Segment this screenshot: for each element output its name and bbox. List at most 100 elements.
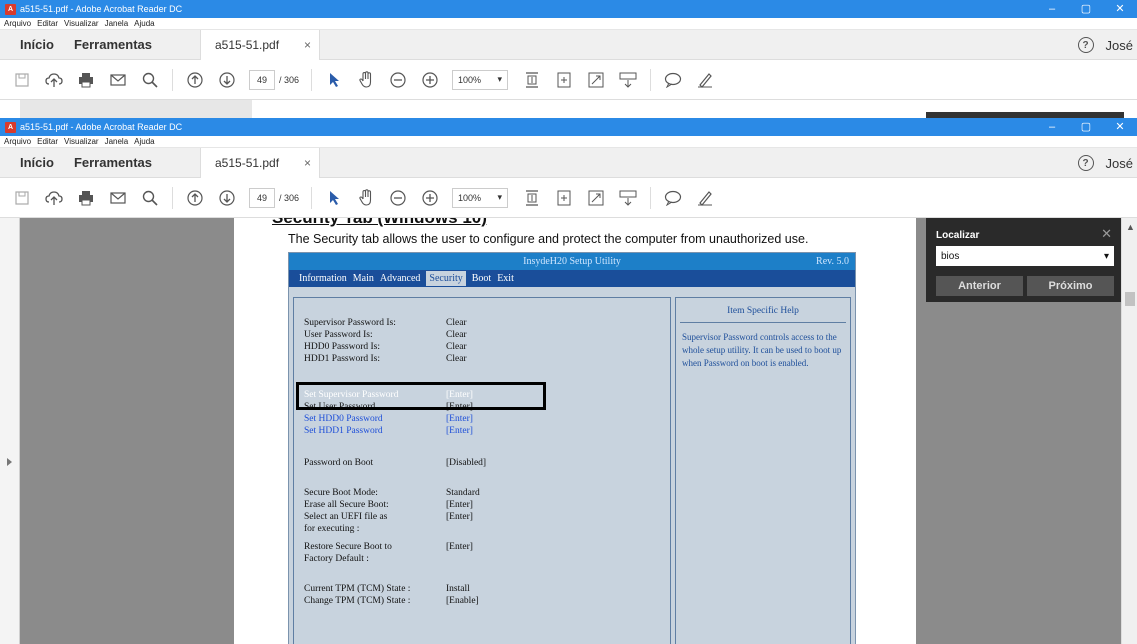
bios-settings-panel: Supervisor Password Is: Clear User Passwo…: [293, 297, 671, 644]
bios-menu: Information Main Advanced Security Boot …: [289, 270, 855, 287]
select-cursor-icon[interactable]: [324, 70, 344, 90]
bios-row: Supervisor Password Is: Clear: [304, 318, 467, 328]
bios-row: Select an UEFI file as [Enter]: [304, 512, 473, 522]
close-tab-icon[interactable]: ×: [304, 38, 311, 52]
scroll-up-icon[interactable]: ▲: [1126, 222, 1135, 232]
hand-tool-icon[interactable]: [356, 70, 376, 90]
bios-row: HDD0 Password Is: Clear: [304, 342, 467, 352]
search-icon[interactable]: [140, 70, 160, 90]
cloud-upload-icon[interactable]: [44, 188, 64, 208]
find-input[interactable]: bios ▾: [936, 246, 1114, 266]
highlight-pen-icon[interactable]: [695, 188, 715, 208]
highlight-pen-icon[interactable]: [695, 70, 715, 90]
bios-revision: Rev. 5.0: [816, 256, 849, 267]
maximize-button[interactable]: ▢: [1069, 118, 1103, 136]
zoom-in-icon[interactable]: [420, 70, 440, 90]
close-tab-icon[interactable]: ×: [304, 156, 311, 170]
minimize-button[interactable]: –: [1035, 0, 1069, 18]
navigation-pane-toggle[interactable]: [0, 218, 20, 644]
scrolling-mode-icon[interactable]: [554, 70, 574, 90]
user-name[interactable]: José: [1106, 38, 1133, 53]
zoom-select[interactable]: 100% ▾: [452, 187, 509, 208]
bios-menu-exit: Exit: [497, 273, 514, 284]
save-icon[interactable]: [12, 70, 32, 90]
tab-home[interactable]: Início: [0, 155, 64, 170]
menu-window[interactable]: Janela: [105, 137, 129, 146]
find-next-button[interactable]: Próximo: [1027, 276, 1114, 296]
bios-header: InsydeH20 Setup Utility Rev. 5.0: [289, 253, 855, 270]
account-area: ? José: [1077, 30, 1133, 60]
toolbar-divider: [172, 186, 173, 209]
page-total: / 306: [279, 192, 300, 203]
close-button[interactable]: ✕: [1103, 0, 1137, 18]
hand-tool-icon[interactable]: [356, 188, 376, 208]
read-mode-icon[interactable]: [618, 188, 638, 208]
search-icon[interactable]: [140, 188, 160, 208]
document-tab-label: a515-51.pdf: [215, 155, 280, 170]
page-number-input[interactable]: 49: [249, 69, 275, 90]
menu-window[interactable]: Janela: [105, 19, 129, 28]
bios-row: Secure Boot Mode: Standard: [304, 488, 480, 498]
screen: A a515-51.pdf - Adobe Acrobat Reader DC …: [0, 0, 1137, 644]
comment-icon[interactable]: [663, 70, 683, 90]
zoom-out-icon[interactable]: [388, 188, 408, 208]
tab-bar: Início Ferramentas a515-51.pdf × ? José: [0, 147, 1137, 178]
menu-edit[interactable]: Editar: [37, 19, 58, 28]
help-panel-text: Supervisor Password controls access to t…: [682, 332, 842, 368]
toolbar: 49 / 306 100% ▾: [0, 60, 1137, 100]
menu-help[interactable]: Ajuda: [134, 137, 154, 146]
full-screen-icon[interactable]: [586, 70, 606, 90]
comment-icon[interactable]: [663, 188, 683, 208]
find-previous-button[interactable]: Anterior: [936, 276, 1023, 296]
menu-file[interactable]: Arquivo: [4, 19, 31, 28]
page-number-input[interactable]: 49: [249, 187, 275, 208]
next-page-icon[interactable]: [217, 188, 237, 208]
menu-view[interactable]: Visualizar: [64, 19, 99, 28]
fit-page-icon[interactable]: [522, 70, 542, 90]
vertical-scrollbar[interactable]: ▲: [1121, 218, 1137, 644]
close-find-icon[interactable]: ✕: [1101, 226, 1112, 242]
cloud-upload-icon[interactable]: [44, 70, 64, 90]
fit-page-icon[interactable]: [522, 188, 542, 208]
menu-edit[interactable]: Editar: [37, 137, 58, 146]
scrolling-mode-icon[interactable]: [554, 188, 574, 208]
previous-page-icon[interactable]: [185, 188, 205, 208]
select-cursor-icon[interactable]: [324, 188, 344, 208]
email-icon[interactable]: [108, 188, 128, 208]
document-tab[interactable]: a515-51.pdf ×: [200, 147, 320, 178]
save-icon[interactable]: [12, 188, 32, 208]
document-tab-label: a515-51.pdf: [215, 37, 280, 52]
acrobat-logo-icon: A: [5, 3, 16, 15]
next-page-icon[interactable]: [217, 70, 237, 90]
zoom-select[interactable]: 100% ▾: [452, 69, 509, 90]
zoom-out-icon[interactable]: [388, 70, 408, 90]
print-icon[interactable]: [76, 70, 96, 90]
read-mode-icon[interactable]: [618, 70, 638, 90]
bios-menu-information: Information: [299, 273, 347, 284]
previous-page-icon[interactable]: [185, 70, 205, 90]
email-icon[interactable]: [108, 70, 128, 90]
help-icon[interactable]: ?: [1077, 155, 1094, 171]
help-icon[interactable]: ?: [1077, 37, 1094, 53]
menu-help[interactable]: Ajuda: [134, 19, 154, 28]
tab-home[interactable]: Início: [0, 37, 64, 52]
tab-tools[interactable]: Ferramentas: [64, 37, 162, 52]
bios-row: Factory Default :: [304, 554, 369, 564]
maximize-button[interactable]: ▢: [1069, 0, 1103, 18]
close-button[interactable]: ✕: [1103, 118, 1137, 136]
user-name[interactable]: José: [1106, 156, 1133, 171]
tab-tools[interactable]: Ferramentas: [64, 155, 162, 170]
full-screen-icon[interactable]: [586, 188, 606, 208]
menu-file[interactable]: Arquivo: [4, 137, 31, 146]
minimize-button[interactable]: –: [1035, 118, 1069, 136]
bios-row: HDD1 Password Is: Clear: [304, 354, 467, 364]
print-icon[interactable]: [76, 188, 96, 208]
menu-view[interactable]: Visualizar: [64, 137, 99, 146]
bios-row: Current TPM (TCM) State : Install: [304, 584, 470, 594]
expand-arrow-icon[interactable]: [7, 458, 12, 466]
chevron-down-icon[interactable]: ▾: [1104, 251, 1109, 262]
zoom-in-icon[interactable]: [420, 188, 440, 208]
scroll-thumb[interactable]: [1125, 292, 1135, 306]
document-tab[interactable]: a515-51.pdf ×: [200, 29, 320, 60]
bios-row: Restore Secure Boot to [Enter]: [304, 542, 473, 552]
